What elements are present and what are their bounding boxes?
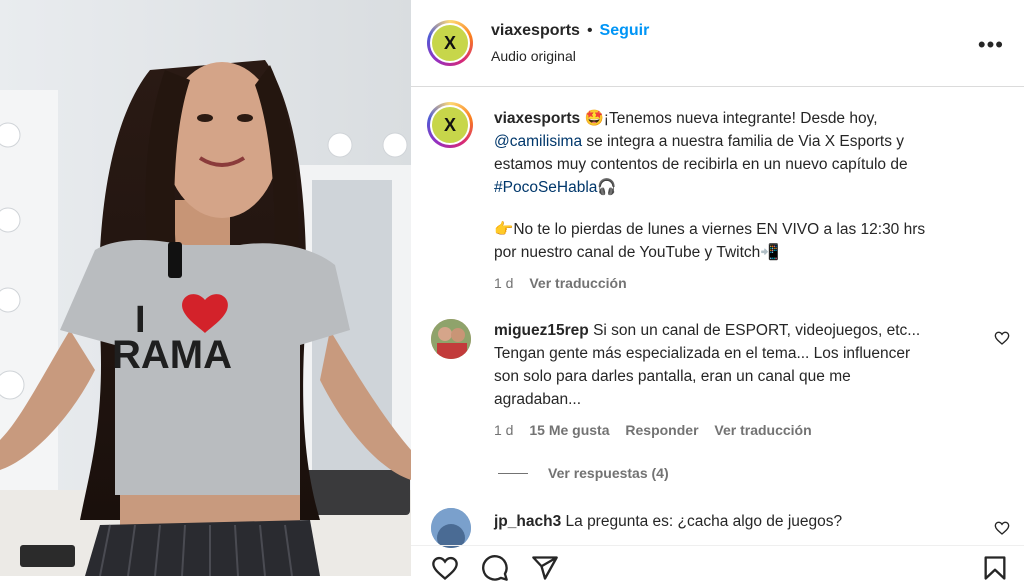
caption-line-3: estamos muy contentos de recibirla en un… xyxy=(494,156,908,173)
like-comment-heart-icon[interactable] xyxy=(994,330,1010,346)
author-avatar[interactable]: X xyxy=(427,20,473,66)
comment-likes[interactable]: 15 Me gusta xyxy=(529,422,609,438)
comment-avatar[interactable] xyxy=(431,319,471,359)
replies-divider xyxy=(498,473,528,474)
comment-avatar[interactable] xyxy=(431,508,471,548)
caption-line-2: se integra a nuestra familia de Via X Es… xyxy=(582,133,905,150)
comment: jp_hach3 La pregunta es: ¿cacha algo de … xyxy=(494,510,964,533)
share-paper-plane-icon[interactable] xyxy=(531,554,559,582)
caption-avatar-logo: X xyxy=(430,105,470,145)
view-replies-button[interactable]: Ver respuestas (4) xyxy=(548,462,669,485)
like-comment-heart-icon[interactable] xyxy=(994,520,1010,536)
comment: miguez15rep Si son un canal de ESPORT, v… xyxy=(494,319,964,485)
shirt-text-rama: RAMA xyxy=(112,333,232,377)
author-avatar-logo: X xyxy=(430,23,470,63)
caption-username[interactable]: viaxesports xyxy=(494,110,580,127)
more-options-icon[interactable]: ••• xyxy=(978,32,1004,58)
mention-link[interactable]: @camilisima xyxy=(494,133,582,150)
point-emoji: 👉 xyxy=(494,221,514,238)
post-panel: X viaxesports • Seguir Audio original ••… xyxy=(411,0,1024,581)
action-bar xyxy=(411,545,1024,581)
comment-line-2: Tengan gente más especializada en el tem… xyxy=(494,345,911,362)
headphones-emoji: 🎧 xyxy=(597,179,617,196)
comment-username[interactable]: miguez15rep xyxy=(494,322,589,339)
follow-button[interactable]: Seguir xyxy=(600,22,650,40)
hashtag-link[interactable]: #PocoSeHabla xyxy=(494,179,597,196)
audio-label[interactable]: Audio original xyxy=(491,48,576,64)
avatar-photo-icon xyxy=(431,508,471,548)
save-bookmark-icon[interactable] xyxy=(981,554,1009,582)
comment-username[interactable]: jp_hach3 xyxy=(494,513,561,530)
reply-button[interactable]: Responder xyxy=(625,422,698,438)
comment-text: La pregunta es: ¿cacha algo de juegos? xyxy=(565,513,843,530)
caption-line-1: ¡Tenemos nueva integrante! Desde hoy, xyxy=(603,110,878,127)
separator-dot: • xyxy=(586,22,593,39)
comment-translate-button[interactable]: Ver traducción xyxy=(714,422,811,438)
phone-emoji: 📲 xyxy=(760,244,780,261)
comment-line-3: son solo para darles pantalla, eran un c… xyxy=(494,368,851,385)
post-header: X viaxesports • Seguir Audio original ••… xyxy=(411,0,1024,87)
caption: viaxesports 🤩¡Tenemos nueva integrante! … xyxy=(494,107,1004,295)
post-photo[interactable]: I RAMA xyxy=(0,0,411,576)
post-photo-illustration: I RAMA xyxy=(0,0,411,576)
caption-time: 1 d xyxy=(494,275,514,291)
caption-line-5: por nuestro canal de YouTube y Twitch xyxy=(494,244,761,261)
comment-bubble-icon[interactable] xyxy=(481,554,509,582)
caption-avatar[interactable]: X xyxy=(427,102,473,148)
author-username[interactable]: viaxesports xyxy=(491,22,580,40)
like-heart-icon[interactable] xyxy=(431,554,459,582)
star-eyes-emoji: 🤩 xyxy=(584,110,604,127)
comment-time: 1 d xyxy=(494,422,514,438)
caption-line-4: No te lo pierdas de lunes a viernes EN V… xyxy=(513,221,926,238)
comment-line-1: Si son un canal de ESPORT, videojuegos, … xyxy=(593,322,921,339)
comment-line-4: agradaban... xyxy=(494,391,582,408)
avatar-photo-icon xyxy=(431,319,471,359)
caption-translate-button[interactable]: Ver traducción xyxy=(529,275,626,291)
